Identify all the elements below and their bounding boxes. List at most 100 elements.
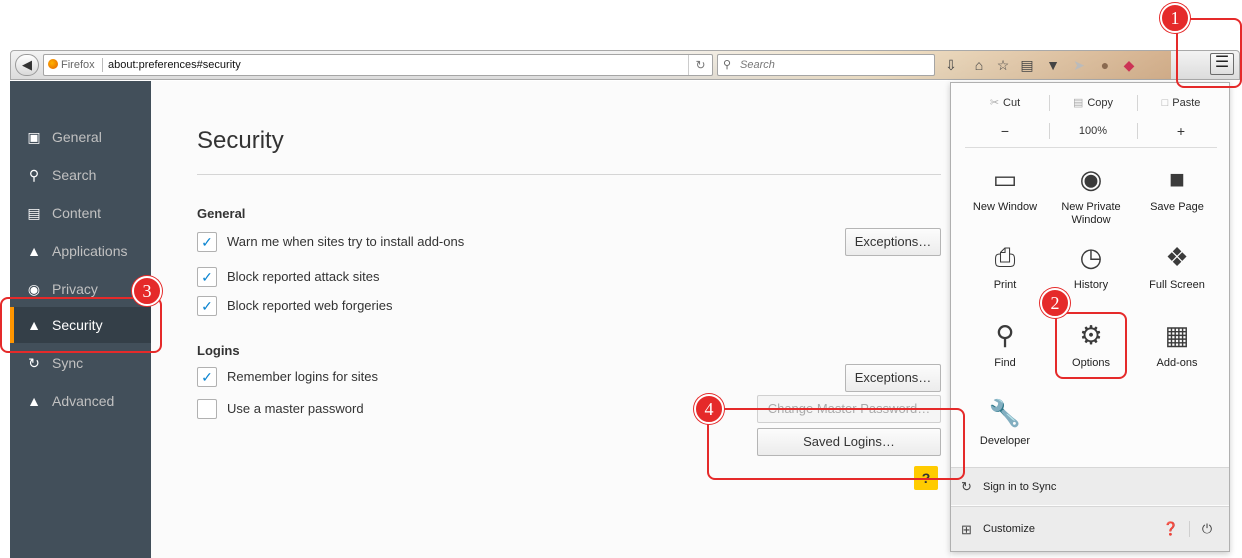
developer-label: Developer (979, 435, 1031, 447)
private-mask-icon: ◉ (1079, 164, 1103, 194)
cut-label: Cut (1003, 97, 1021, 109)
callout-badge-4: 4 (694, 394, 724, 424)
sidebar-item-search[interactable]: ⚲ Search (10, 157, 151, 193)
search-placeholder: Search (740, 59, 775, 71)
sync-icon: ↻ (961, 479, 972, 494)
print-label: Print (993, 279, 1017, 291)
block-attack-checkbox[interactable]: ✓ (197, 267, 217, 287)
page-title: Security (197, 127, 284, 154)
addons-puzzle-icon: ▦ (1164, 320, 1190, 350)
master-password-checkbox[interactable] (197, 399, 217, 419)
sign-in-to-sync-button[interactable]: ↻ Sign in to Sync (951, 467, 1229, 505)
privacy-mask-icon: ◉ (27, 281, 41, 297)
sidebar-item-content[interactable]: ▤ Content (10, 195, 151, 231)
paste-icon: □ (1161, 97, 1169, 109)
full-screen-icon: ❖ (1165, 242, 1189, 272)
hamburger-menu-icon[interactable]: ☰ (1210, 53, 1234, 75)
new-window-icon: ▭ (992, 164, 1018, 194)
sidebar-item-label: Search (52, 167, 97, 183)
zoom-in-button[interactable]: + (1141, 120, 1221, 142)
sidebar-item-security[interactable]: ▲ Security (10, 307, 151, 343)
copy-button[interactable]: ▤ Copy (1053, 92, 1133, 114)
addons-button[interactable]: ▦ Add-ons (1137, 317, 1217, 397)
addons-label: Add-ons (1156, 357, 1198, 369)
save-page-button[interactable]: ■ Save Page (1137, 161, 1217, 241)
advanced-icon: ▲ (27, 393, 41, 409)
save-page-label: Save Page (1150, 201, 1204, 213)
callout-badge-1: 1 (1160, 3, 1190, 33)
sidebar-item-sync[interactable]: ↻ Sync (10, 345, 151, 381)
url-bar[interactable]: Firefox about:preferences#security ↻ (43, 54, 713, 76)
sign-in-label: Sign in to Sync (983, 481, 1057, 493)
divider (1049, 95, 1050, 111)
new-window-button[interactable]: ▭ New Window (965, 161, 1045, 241)
zoom-reset-button[interactable]: 100% (1053, 120, 1133, 142)
content-icon: ▤ (27, 205, 41, 221)
chat-icon[interactable]: ● (1095, 55, 1115, 75)
site-identity[interactable]: Firefox (48, 55, 95, 75)
copy-label: Copy (1087, 97, 1114, 109)
share-icon[interactable]: ➤ (1069, 55, 1089, 75)
zoom-controls: − 100% + (965, 120, 1217, 142)
block-forgeries-checkbox[interactable]: ✓ (197, 296, 217, 316)
new-private-window-button[interactable]: ◉ New Private Window (1051, 161, 1131, 241)
download-icon[interactable]: ⇩ (941, 55, 961, 75)
print-icon: ⎙ (994, 242, 1016, 272)
help-button[interactable]: ? (914, 466, 938, 490)
sidebar-item-label: Content (52, 205, 102, 221)
bookmarks-menu-icon[interactable]: ▤ (1017, 55, 1037, 75)
search-icon: ⚲ (723, 59, 732, 71)
bookmark-star-icon[interactable]: ☆ (993, 55, 1013, 75)
browser-toolbar: ◀ Firefox about:preferences#security ↻ ⚲… (10, 50, 1240, 80)
back-button[interactable]: ◀ (15, 54, 39, 76)
divider (1137, 123, 1138, 139)
zoom-out-button[interactable]: − (965, 120, 1045, 142)
sidebar-item-applications[interactable]: ▲ Applications (10, 233, 151, 269)
logins-exceptions-button[interactable]: Exceptions… (845, 364, 941, 392)
options-button[interactable]: ⚙ Options (1051, 317, 1131, 397)
screenshot-stage: ◀ Firefox about:preferences#security ↻ ⚲… (0, 0, 1242, 558)
sync-icon: ↻ (28, 355, 40, 371)
help-icon[interactable]: ❓ (1161, 519, 1181, 539)
new-window-label: New Window (972, 201, 1038, 213)
paste-button[interactable]: □ Paste (1141, 92, 1221, 114)
sidebar-item-label: Sync (52, 355, 84, 371)
change-master-password-button[interactable]: Change Master Password… (757, 395, 941, 423)
divider (1049, 123, 1050, 139)
sidebar-item-label: Privacy (52, 281, 98, 297)
preferences-sidebar: ▣ General ⚲ Search ▤ Content ▲ Applications … (10, 81, 151, 558)
title-divider (197, 174, 941, 175)
print-button[interactable]: ⎙ Print (965, 239, 1045, 319)
reload-icon[interactable]: ↻ (688, 55, 712, 75)
developer-wrench-icon: 🔧 (988, 398, 1022, 428)
customize-button[interactable]: Customize (983, 523, 1035, 535)
cut-icon: ✂ (989, 97, 1000, 109)
divider (1137, 95, 1138, 111)
find-label: Find (994, 357, 1016, 369)
pocket-icon[interactable]: ▼ (1043, 55, 1063, 75)
block-forgeries-label: Block reported web forgeries (227, 298, 393, 313)
addons-exceptions-button[interactable]: Exceptions… (845, 228, 941, 256)
sidebar-item-label: General (52, 129, 102, 145)
saved-logins-button[interactable]: Saved Logins… (757, 428, 941, 456)
search-input[interactable]: ⚲ Search (717, 54, 935, 76)
home-icon[interactable]: ⌂ (969, 55, 989, 75)
remember-logins-checkbox[interactable]: ✓ (197, 367, 217, 387)
divider (1189, 521, 1190, 537)
sidebar-item-advanced[interactable]: ▲ Advanced (10, 383, 151, 419)
general-group-heading: General (197, 206, 246, 221)
url-text[interactable]: about:preferences#security (108, 55, 241, 75)
callout-badge-2: 2 (1040, 288, 1070, 318)
sidebar-item-privacy[interactable]: ◉ Privacy (10, 271, 151, 307)
find-button[interactable]: ⚲ Find (965, 317, 1045, 397)
full-screen-button[interactable]: ❖ Full Screen (1137, 239, 1217, 319)
toolbar-icons: ⇩ ⌂ ☆ ▤ ▼ ➤ ● ◆ (941, 53, 1171, 77)
extension-icon[interactable]: ◆ (1119, 55, 1139, 75)
developer-button[interactable]: 🔧 Developer (965, 395, 1045, 475)
quit-power-icon[interactable]: ⏻ (1197, 519, 1217, 539)
sidebar-item-general[interactable]: ▣ General (10, 119, 151, 155)
cut-button[interactable]: ✂ Cut (965, 92, 1045, 114)
general-icon: ▣ (27, 129, 41, 145)
find-magnifier-icon: ⚲ (995, 320, 1015, 350)
warn-addons-checkbox[interactable]: ✓ (197, 232, 217, 252)
